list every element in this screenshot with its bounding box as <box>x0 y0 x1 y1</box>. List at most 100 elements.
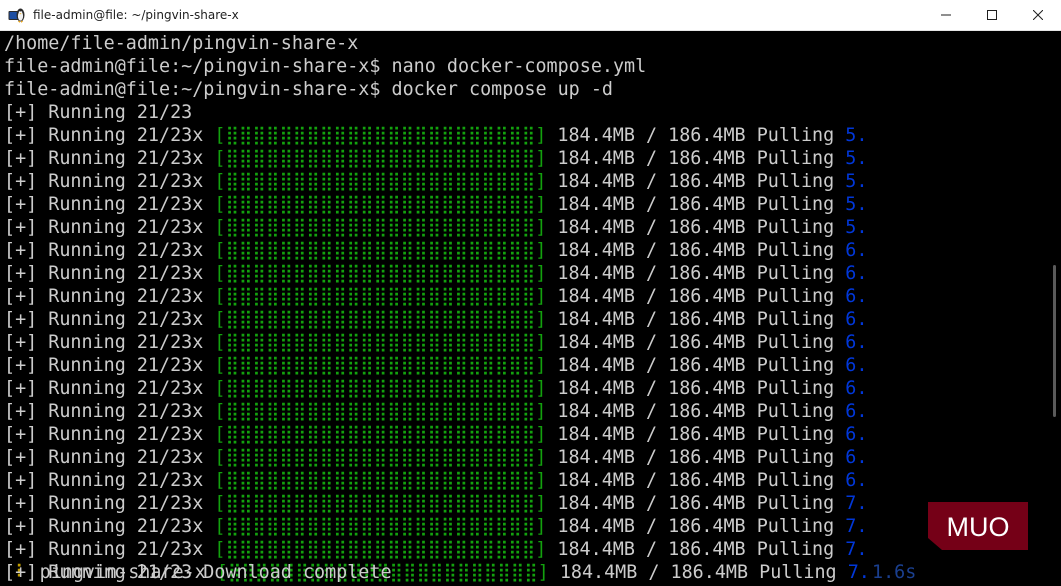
progress-size: 184.4MB / 186.4MB Pulling <box>546 516 846 537</box>
progress-bar: [⣿⣿⣿⣿⣿⣿⣿⣿⣿⣿⣿⣿⣿⣿⣿⣿⣿⣿⣿⣿⣿⣿⣿] <box>214 493 547 514</box>
progress-bar: [⣿⣿⣿⣿⣿⣿⣿⣿⣿⣿⣿⣿⣿⣿⣿⣿⣿⣿⣿⣿⣿⣿⣿] <box>214 263 547 284</box>
progress-size: 184.4MB / 186.4MB Pulling <box>546 401 846 422</box>
progress-row-label: [+] Running 21/23x <box>4 539 215 560</box>
progress-row-label: [+] Running 21/23x <box>4 424 215 445</box>
progress-status: 7. <box>845 539 868 560</box>
progress-status: 6. <box>845 447 868 468</box>
progress-status: 5. <box>845 171 868 192</box>
progress-size: 184.4MB / 186.4MB Pulling <box>546 309 846 330</box>
progress-size: 184.4MB / 186.4MB Pulling <box>546 493 846 514</box>
progress-status: 7. <box>845 493 868 514</box>
progress-size: 184.4MB / 186.4MB Pulling <box>546 125 846 146</box>
progress-status: 6. <box>845 401 868 422</box>
progress-row: [+] Running 21/23x [⣿⣿⣿⣿⣿⣿⣿⣿⣿⣿⣿⣿⣿⣿⣿⣿⣿⣿⣿⣿… <box>4 262 867 285</box>
progress-row: [+] Running 21/23x [⣿⣿⣿⣿⣿⣿⣿⣿⣿⣿⣿⣿⣿⣿⣿⣿⣿⣿⣿⣿… <box>4 423 867 446</box>
progress-row-label: [+] Running 21/23x <box>4 470 215 491</box>
scrollbar-thumb[interactable] <box>1053 265 1056 417</box>
download-complete-text: [+] Running 21/23 Download complete <box>4 562 392 583</box>
maximize-button[interactable] <box>969 0 1015 30</box>
progress-status: 6. <box>845 470 868 491</box>
progress-bar: [⣿⣿⣿⣿⣿⣿⣿⣿⣿⣿⣿⣿⣿⣿⣿⣿⣿⣿⣿⣿⣿⣿⣿] <box>214 148 547 169</box>
progress-row-label: [+] Running 21/23x <box>4 286 215 307</box>
progress-bar: [⣿⣿⣿⣿⣿⣿⣿⣿⣿⣿⣿⣿⣿⣿⣿⣿⣿⣿⣿⣿⣿⣿⣿] <box>214 171 547 192</box>
progress-row: [+] Running 21/23x [⣿⣿⣿⣿⣿⣿⣿⣿⣿⣿⣿⣿⣿⣿⣿⣿⣿⣿⣿⣿… <box>4 377 867 400</box>
progress-status: 6. <box>845 378 868 399</box>
progress-size: 184.4MB / 186.4MB Pulling <box>546 424 846 445</box>
progress-status: 6. <box>845 332 868 353</box>
progress-row-label: [+] Running 21/23x <box>4 332 215 353</box>
terminal-line-running-status: [+] Running 21/23 <box>4 102 193 123</box>
progress-row-label: [+] Running 21/23x <box>4 355 215 376</box>
progress-status: 5. <box>845 148 868 169</box>
progress-row-label: [+] Running 21/23x <box>4 171 215 192</box>
progress-status: 5. <box>845 217 868 238</box>
progress-row: [+] Running 21/23x [⣿⣿⣿⣿⣿⣿⣿⣿⣿⣿⣿⣿⣿⣿⣿⣿⣿⣿⣿⣿… <box>4 538 867 561</box>
progress-bar: [⣿⣿⣿⣿⣿⣿⣿⣿⣿⣿⣿⣿⣿⣿⣿⣿⣿⣿⣿⣿⣿⣿⣿] <box>214 240 547 261</box>
terminal-line-nano-command: file-admin@file:~/pingvin-share-x$ nano … <box>4 56 647 77</box>
progress-bar: [⣿⣿⣿⣿⣿⣿⣿⣿⣿⣿⣿⣿⣿⣿⣿⣿⣿⣿⣿⣿⣿⣿⣿] <box>214 286 547 307</box>
progress-row: [+] Running 21/23x [⣿⣿⣿⣿⣿⣿⣿⣿⣿⣿⣿⣿⣿⣿⣿⣿⣿⣿⣿⣿… <box>4 124 867 147</box>
progress-row: [+] Running 21/23x [⣿⣿⣿⣿⣿⣿⣿⣿⣿⣿⣿⣿⣿⣿⣿⣿⣿⣿⣿⣿… <box>4 492 867 515</box>
progress-size: 184.4MB / 186.4MB Pulling <box>546 447 846 468</box>
progress-size: 184.4MB / 186.4MB Pulling <box>546 332 846 353</box>
progress-row-label: [+] Running 21/23x <box>4 125 215 146</box>
maximize-icon <box>987 10 997 20</box>
progress-row-label: [+] Running 21/23x <box>4 493 215 514</box>
progress-row: [+] Running 21/23x [⣿⣿⣿⣿⣿⣿⣿⣿⣿⣿⣿⣿⣿⣿⣿⣿⣿⣿⣿⣿… <box>4 400 867 423</box>
progress-bar: [⣿⣿⣿⣿⣿⣿⣿⣿⣿⣿⣿⣿⣿⣿⣿⣿⣿⣿⣿⣿⣿⣿⣿] <box>214 447 547 468</box>
progress-row-label: [+] Running 21/23x <box>4 240 215 261</box>
progress-bar: [⣿⣿⣿⣿⣿⣿⣿⣿⣿⣿⣿⣿⣿⣿⣿⣿⣿⣿⣿⣿⣿⣿⣿] <box>214 470 547 491</box>
progress-size: 184.4MB / 186.4MB Pulling <box>546 240 846 261</box>
progress-status: 6. <box>845 286 868 307</box>
progress-row-label: [+] Running 21/23x <box>4 217 215 238</box>
progress-size: 184.4MB / 186.4MB Pulling <box>546 217 846 238</box>
title-bar[interactable]: file-admin@file: ~/pingvin-share-x <box>0 0 1061 31</box>
progress-bar: [⣿⣿⣿⣿⣿⣿⣿⣿⣿⣿⣿⣿⣿⣿⣿⣿⣿⣿⣿⣿⣿⣿⣿] <box>214 332 547 353</box>
progress-size: 184.4MB / 186.4MB Pulling <box>548 562 848 583</box>
progress-row: [+] Running 21/23x [⣿⣿⣿⣿⣿⣿⣿⣿⣿⣿⣿⣿⣿⣿⣿⣿⣿⣿⣿⣿… <box>4 469 867 492</box>
progress-status: 6. <box>845 355 868 376</box>
watermark-text: MUO <box>947 512 1010 542</box>
progress-row: [+] Running 21/23x [⣿⣿⣿⣿⣿⣿⣿⣿⣿⣿⣿⣿⣿⣿⣿⣿⣿⣿⣿⣿… <box>4 193 867 216</box>
muo-watermark-logo: MUO <box>928 502 1028 550</box>
download-duration: 1.6s <box>872 562 917 583</box>
terminal-window: file-admin@file: ~/pingvin-share-x /home… <box>0 0 1061 586</box>
progress-row: [+] Running 21/23x [⣿⣿⣿⣿⣿⣿⣿⣿⣿⣿⣿⣿⣿⣿⣿⣿⣿⣿⣿⣿… <box>4 147 867 170</box>
progress-row-label: [+] Running 21/23x <box>4 401 215 422</box>
progress-size: 184.4MB / 186.4MB Pulling <box>546 263 846 284</box>
progress-row-label: [+] Running 21/23x <box>4 447 215 468</box>
close-icon <box>1033 10 1043 20</box>
progress-row: [+] Running 21/23x [⣿⣿⣿⣿⣿⣿⣿⣿⣿⣿⣿⣿⣿⣿⣿⣿⣿⣿⣿⣿… <box>4 285 867 308</box>
progress-size: 184.4MB / 186.4MB Pulling <box>546 470 846 491</box>
window-title: file-admin@file: ~/pingvin-share-x <box>33 8 239 22</box>
progress-row-label: [+] Running 21/23x <box>4 263 215 284</box>
minimize-icon <box>941 14 951 16</box>
progress-bar: [⣿⣿⣿⣿⣿⣿⣿⣿⣿⣿⣿⣿⣿⣿⣿⣿⣿⣿⣿⣿⣿⣿⣿] <box>214 217 547 238</box>
progress-row: [+] Running 21/23x [⣿⣿⣿⣿⣿⣿⣿⣿⣿⣿⣿⣿⣿⣿⣿⣿⣿⣿⣿⣿… <box>4 170 867 193</box>
progress-row-label: [+] Running 21/23x <box>4 378 215 399</box>
progress-bar: [⣿⣿⣿⣿⣿⣿⣿⣿⣿⣿⣿⣿⣿⣿⣿⣿⣿⣿⣿⣿⣿⣿⣿] <box>214 355 547 376</box>
progress-size: 184.4MB / 186.4MB Pulling <box>546 194 846 215</box>
progress-row: [+] Running 21/23x [⣿⣿⣿⣿⣿⣿⣿⣿⣿⣿⣿⣿⣿⣿⣿⣿⣿⣿⣿⣿… <box>4 515 867 538</box>
progress-row: [+] Running 21/23x [⣿⣿⣿⣿⣿⣿⣿⣿⣿⣿⣿⣿⣿⣿⣿⣿⣿⣿⣿⣿… <box>4 308 867 331</box>
progress-size: 184.4MB / 186.4MB Pulling <box>546 286 846 307</box>
progress-row: [+] Running 21/23x [⣿⣿⣿⣿⣿⣿⣿⣿⣿⣿⣿⣿⣿⣿⣿⣿⣿⣿⣿⣿… <box>4 446 867 469</box>
progress-bar: [⣿⣿⣿⣿⣿⣿⣿⣿⣿⣿⣿⣿⣿⣿⣿⣿⣿⣿⣿⣿⣿⣿⣿] <box>214 194 547 215</box>
minimize-button[interactable] <box>923 0 969 30</box>
progress-status: 5. <box>845 194 868 215</box>
close-button[interactable] <box>1015 0 1061 30</box>
progress-bar: [⣿⣿⣿⣿⣿⣿⣿⣿⣿⣿⣿⣿⣿⣿⣿⣿⣿⣿⣿⣿⣿⣿⣿] <box>214 424 547 445</box>
penguin-terminal-icon <box>8 8 25 23</box>
progress-row: [+] Running 21/23x [⣿⣿⣿⣿⣿⣿⣿⣿⣿⣿⣿⣿⣿⣿⣿⣿⣿⣿⣿⣿… <box>4 331 867 354</box>
progress-row: [+] Running 21/23x [⣿⣿⣿⣿⣿⣿⣿⣿⣿⣿⣿⣿⣿⣿⣿⣿⣿⣿⣿⣿… <box>4 216 867 239</box>
progress-status: 6. <box>845 263 868 284</box>
progress-row-label: [+] Running 21/23x <box>4 148 215 169</box>
progress-status: 6. <box>845 240 868 261</box>
terminal-output[interactable]: /home/file-admin/pingvin-share-x file-ad… <box>0 31 1048 586</box>
progress-size: 184.4MB / 186.4MB Pulling <box>546 355 846 376</box>
progress-size: 184.4MB / 186.4MB Pulling <box>546 539 846 560</box>
progress-row: [+] Running 21/23x [⣿⣿⣿⣿⣿⣿⣿⣿⣿⣿⣿⣿⣿⣿⣿⣿⣿⣿⣿⣿… <box>4 354 867 377</box>
progress-size: 184.4MB / 186.4MB Pulling <box>546 148 846 169</box>
terminal-scrollbar[interactable] <box>1048 31 1061 586</box>
progress-bar: [⣿⣿⣿⣿⣿⣿⣿⣿⣿⣿⣿⣿⣿⣿⣿⣿⣿⣿⣿⣿⣿⣿⣿] <box>214 378 547 399</box>
